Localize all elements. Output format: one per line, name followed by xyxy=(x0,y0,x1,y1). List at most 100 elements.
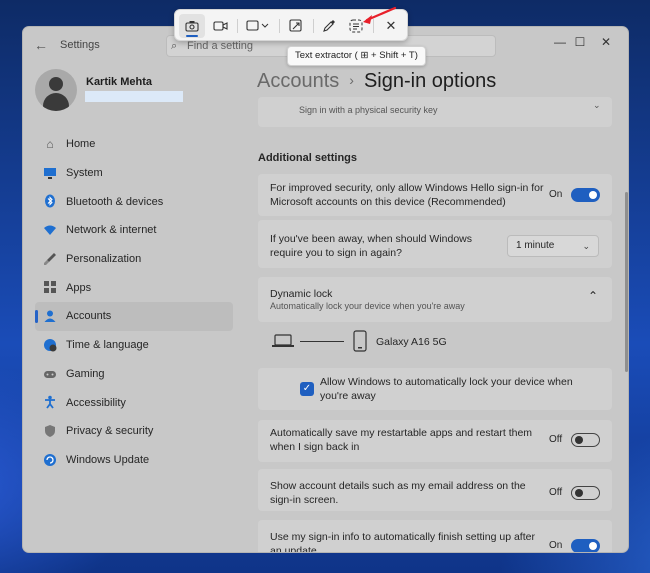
bluetooth-icon xyxy=(43,194,57,208)
shield-icon xyxy=(43,424,57,438)
restart-apps-state: Off xyxy=(549,434,563,445)
paired-device-name: Galaxy A16 5G xyxy=(376,336,447,348)
restart-apps-toggle[interactable] xyxy=(571,433,600,447)
breadcrumb-current: Sign-in options xyxy=(363,70,497,92)
brush-icon xyxy=(43,252,57,266)
sidebar-item-label: Windows Update xyxy=(66,453,150,466)
hello-only-toggle[interactable] xyxy=(571,188,600,202)
toolbar-divider xyxy=(313,19,314,33)
eyedropper-icon xyxy=(323,20,335,32)
require-signin-text: If you've been away, when should Windows… xyxy=(270,233,473,259)
video-icon xyxy=(212,21,228,31)
toolbar-divider xyxy=(279,19,280,33)
person-icon xyxy=(43,309,57,323)
signin-info-toggle[interactable] xyxy=(571,539,600,552)
settings-window: ← Settings ⌕ Find a setting — ☐ ✕ Kartik… xyxy=(22,26,629,553)
restart-apps-setting: Automatically save my restartable apps a… xyxy=(258,420,612,462)
sidebar-item-personalization[interactable]: Personalization xyxy=(35,245,233,274)
back-button[interactable]: ← xyxy=(33,37,49,53)
breadcrumb-separator: › xyxy=(349,72,354,88)
search-placeholder: Find a setting xyxy=(187,40,254,52)
color-picker-button[interactable] xyxy=(316,14,342,38)
hello-only-text: For improved security, only allow Window… xyxy=(270,182,544,208)
profile-email-redacted xyxy=(85,91,183,102)
sidebar-item-bluetooth[interactable]: Bluetooth & devices xyxy=(35,187,233,216)
rectangle-snip-icon xyxy=(246,20,269,31)
avatar[interactable] xyxy=(35,69,77,111)
minimize-button[interactable]: — xyxy=(550,32,570,52)
sidebar-item-label: Bluetooth & devices xyxy=(66,195,164,208)
snip-shape-button[interactable] xyxy=(241,14,275,38)
sidebar-item-label: Apps xyxy=(66,281,92,294)
video-mode-button[interactable] xyxy=(207,14,233,38)
dynamic-lock-checkbox-label: Allow Windows to automatically lock your… xyxy=(320,376,573,402)
laptop-icon xyxy=(272,334,294,347)
sidebar-item-accounts[interactable]: Accounts xyxy=(35,302,233,331)
sidebar-item-time-language[interactable]: Time & language xyxy=(35,331,233,360)
accessibility-icon xyxy=(43,395,57,409)
dynamic-lock-header[interactable]: Dynamic lock Automatically lock your dev… xyxy=(258,277,612,322)
apps-icon xyxy=(43,280,57,294)
signin-info-text: Use my sign-in info to automatically fin… xyxy=(270,531,535,553)
require-signin-dropdown[interactable]: 1 minute ⌄ xyxy=(507,235,599,257)
sidebar-item-label: Privacy & security xyxy=(66,425,154,438)
text-extractor-tooltip: Text extractor ( ⊞ + Shift + T) xyxy=(287,46,426,66)
sidebar-item-home[interactable]: ⌂ Home xyxy=(35,130,233,159)
security-key-subtitle: Sign in with a physical security key xyxy=(299,105,438,115)
screenshot-mode-button[interactable] xyxy=(179,14,205,38)
sidebar-item-accessibility[interactable]: Accessibility xyxy=(35,388,233,417)
gamepad-icon xyxy=(43,367,57,381)
phone-icon xyxy=(353,330,367,352)
scrollbar[interactable] xyxy=(625,192,628,372)
close-window-button[interactable]: ✕ xyxy=(596,32,616,52)
sidebar-item-label: Home xyxy=(66,138,96,151)
dynamic-lock-title: Dynamic lock xyxy=(270,288,333,300)
chevron-up-icon: ⌃ xyxy=(588,289,599,303)
section-title-additional-settings: Additional settings xyxy=(258,152,357,164)
camera-icon xyxy=(185,21,199,32)
sidebar-item-windows-update[interactable]: Windows Update xyxy=(35,446,233,475)
account-details-text: Show account details such as my email ad… xyxy=(270,480,526,506)
signin-info-setting: Use my sign-in info to automatically fin… xyxy=(258,520,612,553)
sidebar-item-privacy[interactable]: Privacy & security xyxy=(35,417,233,446)
connection-line xyxy=(300,341,344,342)
sidebar-item-system[interactable]: System xyxy=(35,159,233,188)
window-snip-icon xyxy=(289,19,302,32)
monitor-icon xyxy=(43,166,57,180)
annotation-arrow xyxy=(363,6,397,24)
sidebar-item-gaming[interactable]: Gaming xyxy=(35,360,233,389)
breadcrumb-parent[interactable]: Accounts xyxy=(257,70,339,92)
dynamic-lock-device-row: Galaxy A16 5G xyxy=(258,324,612,360)
sidebar-item-label: Accounts xyxy=(66,310,112,323)
dynamic-lock-checkbox[interactable]: ✓ xyxy=(300,382,314,396)
window-snip-button[interactable] xyxy=(283,14,309,38)
wifi-icon xyxy=(43,223,57,237)
hello-only-state: On xyxy=(549,189,563,200)
home-icon: ⌂ xyxy=(46,137,54,151)
security-key-card[interactable]: Sign in with a physical security key ⌄ xyxy=(258,97,612,127)
avatar-head-shape xyxy=(49,77,63,91)
hello-only-setting: For improved security, only allow Window… xyxy=(258,174,612,216)
sidebar-nav: ⌂ Home System Bluetooth & devices Networ… xyxy=(35,130,233,474)
toolbar-divider xyxy=(237,19,238,33)
sidebar-item-label: Network & internet xyxy=(66,224,157,237)
account-details-setting: Show account details such as my email ad… xyxy=(258,469,612,511)
avatar-body-shape xyxy=(43,93,69,111)
restart-apps-text: Automatically save my restartable apps a… xyxy=(270,427,533,453)
sidebar-item-network[interactable]: Network & internet xyxy=(35,216,233,245)
dynamic-lock-subtitle: Automatically lock your device when you'… xyxy=(270,301,465,311)
sidebar-item-apps[interactable]: Apps xyxy=(35,273,233,302)
profile-name: Kartik Mehta xyxy=(86,76,153,88)
checkmark-icon: ✓ xyxy=(302,383,312,394)
account-details-toggle[interactable] xyxy=(571,486,600,500)
maximize-button[interactable]: ☐ xyxy=(570,32,590,52)
sidebar-item-label: Personalization xyxy=(66,253,142,266)
page-title: Accounts › Sign-in options xyxy=(257,70,496,93)
app-title: Settings xyxy=(60,39,100,51)
account-details-state: Off xyxy=(549,487,563,498)
update-icon xyxy=(43,453,57,467)
chevron-down-icon: ⌄ xyxy=(593,100,601,110)
sidebar-item-label: System xyxy=(66,167,103,180)
chevron-down-icon: ⌄ xyxy=(582,241,590,251)
globe-clock-icon xyxy=(43,338,57,352)
